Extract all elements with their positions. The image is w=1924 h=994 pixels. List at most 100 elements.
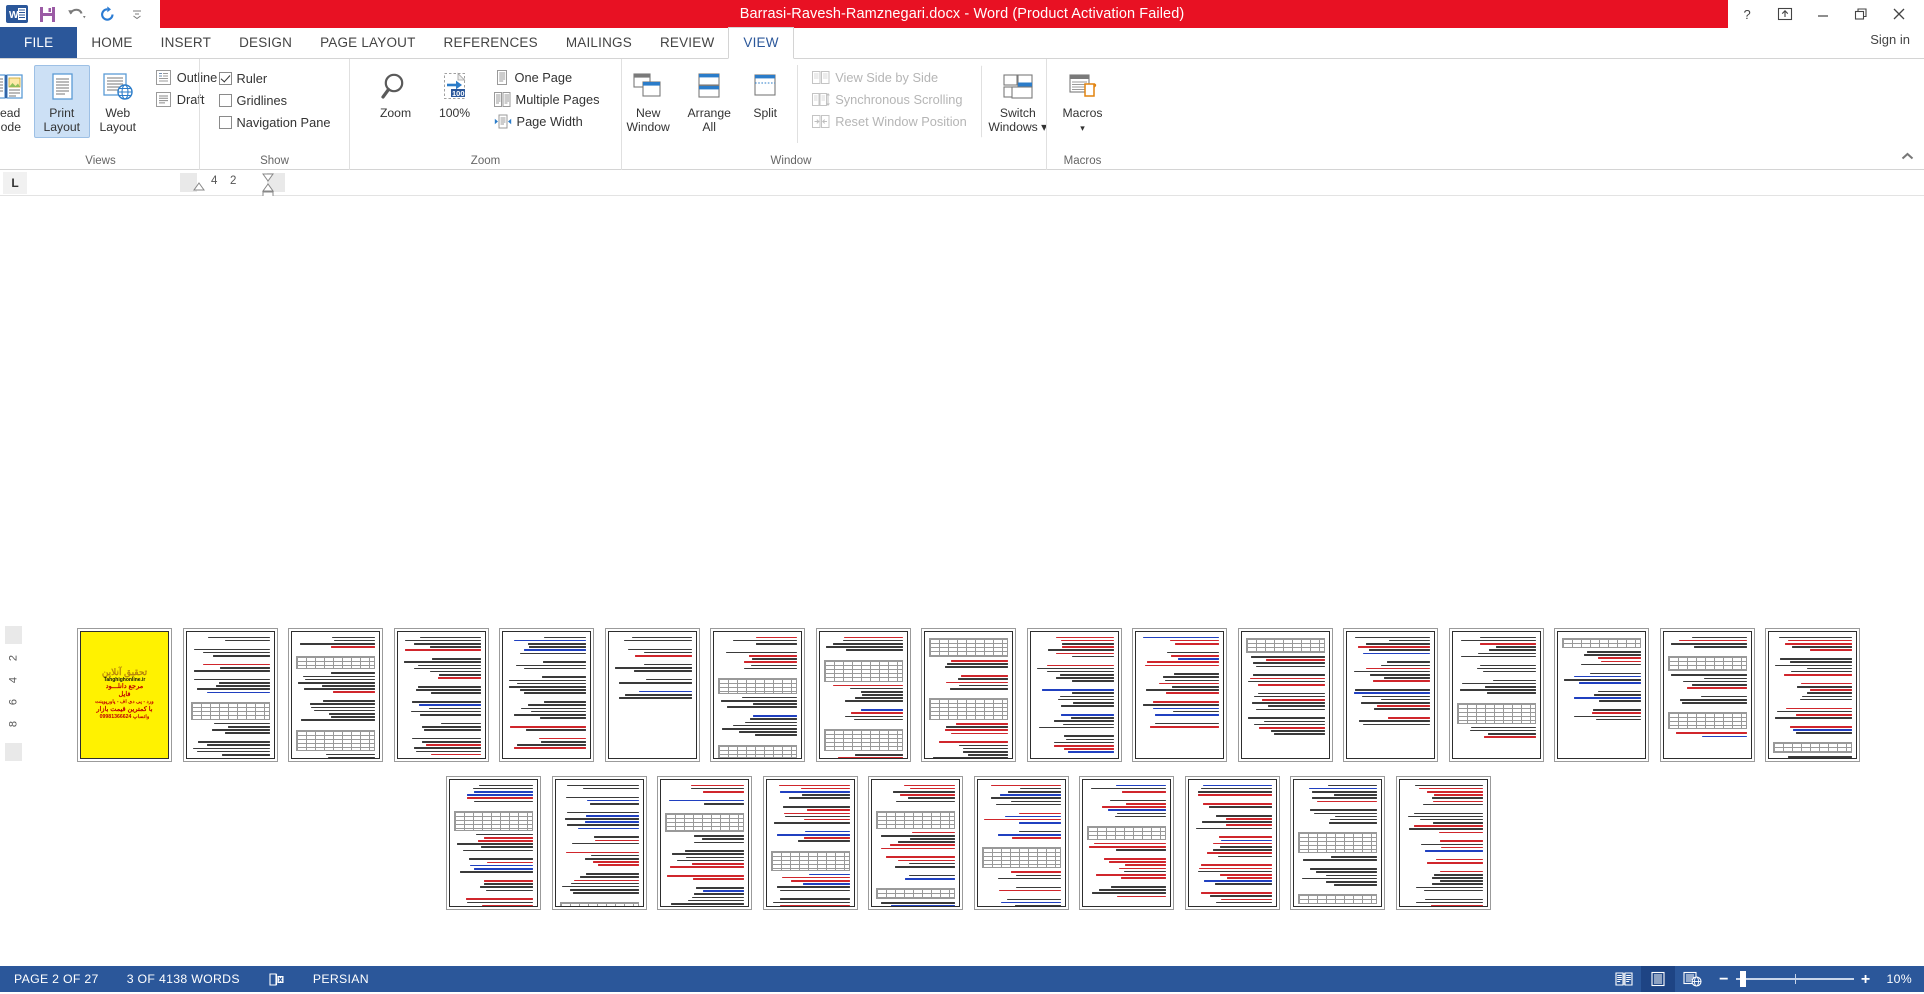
page-thumbnail-content	[1293, 779, 1382, 907]
one-page-icon	[494, 69, 510, 85]
page-thumbnail-content	[1188, 779, 1277, 907]
synchronous-scrolling-label: Synchronous Scrolling	[835, 91, 963, 107]
switch-windows-button[interactable]: Switch Windows ▾	[980, 65, 1051, 138]
zoom-slider-handle[interactable]	[1739, 971, 1746, 987]
page-thumbnail[interactable]	[1132, 628, 1227, 762]
ribbon-display-options-icon[interactable]	[1766, 0, 1804, 28]
language-indicator[interactable]: PERSIAN	[299, 966, 383, 992]
page-thumbnail[interactable]	[552, 776, 647, 910]
navigation-pane-checkbox[interactable]: Navigation Pane	[213, 111, 337, 133]
left-indent-marker-icon[interactable]	[193, 182, 205, 192]
page-thumbnail[interactable]	[1449, 628, 1544, 762]
page-thumbnail[interactable]	[1554, 628, 1649, 762]
right-indent-marker-icon[interactable]	[261, 173, 275, 193]
thumbnail-table	[982, 847, 1061, 869]
zoom-out-button[interactable]: −	[1719, 971, 1729, 987]
page-thumbnail[interactable]	[816, 628, 911, 762]
tab-insert[interactable]: INSERT	[147, 27, 225, 58]
zoom-in-button[interactable]: +	[1861, 971, 1871, 987]
close-icon[interactable]	[1880, 0, 1918, 28]
page-thumbnail[interactable]	[394, 628, 489, 762]
read-mode-button[interactable]: Read Mode	[0, 65, 34, 138]
zoom-slider[interactable]: − +	[1709, 966, 1880, 992]
word-count[interactable]: 3 OF 4138 WORDS	[113, 966, 254, 992]
save-icon[interactable]	[34, 2, 60, 26]
page-thumbnail[interactable]	[446, 776, 541, 910]
switch-windows-label-2: Windows ▾	[988, 119, 1048, 134]
page-thumbnail[interactable]	[1290, 776, 1385, 910]
page-thumbnail[interactable]	[868, 776, 963, 910]
thumbnail-table	[824, 729, 903, 751]
collapse-ribbon-icon[interactable]	[1898, 147, 1916, 165]
page-thumbnail[interactable]	[1185, 776, 1280, 910]
page-thumbnail[interactable]: تحقیق آنلاین Tahghighonline.ir مرجع دانلــ…	[77, 628, 172, 762]
page-thumbnail[interactable]	[1343, 628, 1438, 762]
page-indicator[interactable]: PAGE 2 OF 27	[0, 966, 113, 992]
tab-design[interactable]: DESIGN	[225, 27, 306, 58]
arrange-all-button[interactable]: Arrange All	[679, 65, 739, 138]
zoom-slider-track[interactable]	[1735, 971, 1854, 987]
web-layout-button[interactable]: Web Layout	[90, 65, 146, 138]
tab-home[interactable]: HOME	[77, 27, 146, 58]
minimize-icon[interactable]	[1804, 0, 1842, 28]
tab-page-layout[interactable]: PAGE LAYOUT	[306, 27, 429, 58]
word-app-icon[interactable]: W	[4, 2, 30, 26]
page-thumbnail[interactable]	[499, 628, 594, 762]
horizontal-ruler[interactable]: 4 2	[180, 173, 285, 200]
page-thumbnail[interactable]	[1660, 628, 1755, 762]
new-window-button[interactable]: New Window	[617, 65, 679, 138]
page-thumbnail[interactable]	[1396, 776, 1491, 910]
zoom-level-label[interactable]: 10%	[1880, 972, 1924, 986]
page-thumbnail[interactable]	[1027, 628, 1122, 762]
page-thumbnail[interactable]	[657, 776, 752, 910]
zoom-button[interactable]: Zoom	[366, 65, 426, 125]
page-thumbnail[interactable]	[921, 628, 1016, 762]
print-layout-button[interactable]: Print Layout	[33, 65, 90, 138]
page-thumbnail[interactable]	[183, 628, 278, 762]
page-width-button[interactable]: Page Width	[488, 110, 606, 132]
redo-icon[interactable]	[94, 2, 120, 26]
document-area[interactable]: 2 4 6 8 تحقیق آنلاین Tahghighonline.ir مرج…	[0, 196, 1924, 966]
page-thumbnail[interactable]	[763, 776, 858, 910]
tab-file[interactable]: FILE	[0, 27, 78, 58]
tab-stop-selector[interactable]: L	[3, 171, 27, 194]
thumbnail-table	[1562, 638, 1641, 648]
web-layout-view-button[interactable]	[1675, 966, 1709, 992]
gridlines-checkbox[interactable]: Gridlines	[213, 89, 337, 111]
page-thumbnail[interactable]	[605, 628, 700, 762]
multiple-pages-button[interactable]: Multiple Pages	[488, 88, 606, 110]
view-side-by-side-button[interactable]: View Side by Side	[806, 66, 973, 88]
page-thumbnail[interactable]	[1238, 628, 1333, 762]
page-thumbnail[interactable]	[710, 628, 805, 762]
help-icon[interactable]: ?	[1728, 0, 1766, 28]
synchronous-scrolling-button[interactable]: Synchronous Scrolling	[806, 88, 973, 110]
tab-view[interactable]: VIEW	[728, 27, 794, 59]
split-button[interactable]: Split	[739, 65, 791, 125]
page-thumbnail[interactable]	[1765, 628, 1860, 762]
document-title: Barrasi-Ravesh-Ramznegari.docx - Word (P…	[739, 6, 1185, 22]
read-mode-view-button[interactable]	[1607, 966, 1641, 992]
tab-review[interactable]: REVIEW	[646, 27, 728, 58]
zoom-100-button[interactable]: 100 100%	[426, 65, 484, 125]
macros-button[interactable]: Macros ▾	[1053, 65, 1113, 139]
tab-mailings[interactable]: MAILINGS	[552, 27, 646, 58]
undo-icon[interactable]	[64, 2, 90, 26]
page-thumbnail-content	[291, 631, 380, 759]
group-label-zoom: Zoom	[470, 155, 501, 167]
reset-window-position-button[interactable]: Reset Window Position	[806, 110, 973, 132]
restore-icon[interactable]	[1842, 0, 1880, 28]
zoom-100-label: 100%	[438, 106, 471, 120]
page-thumbnail[interactable]	[974, 776, 1069, 910]
page-thumbnail[interactable]	[288, 628, 383, 762]
print-layout-view-button[interactable]	[1641, 966, 1676, 992]
proofing-errors-icon[interactable]	[254, 966, 299, 992]
page-thumbnail[interactable]	[1079, 776, 1174, 910]
thumbnail-table	[191, 701, 270, 720]
sign-in-link[interactable]: Sign in	[1870, 32, 1910, 47]
one-page-button[interactable]: One Page	[488, 66, 606, 88]
tab-references[interactable]: REFERENCES	[430, 27, 552, 58]
customize-qat-icon[interactable]	[124, 2, 150, 26]
thumbnail-table	[1668, 656, 1747, 672]
ruler-checkbox[interactable]: Ruler	[213, 67, 337, 89]
cover-line-2: مرجع دانلـــود	[105, 683, 144, 691]
